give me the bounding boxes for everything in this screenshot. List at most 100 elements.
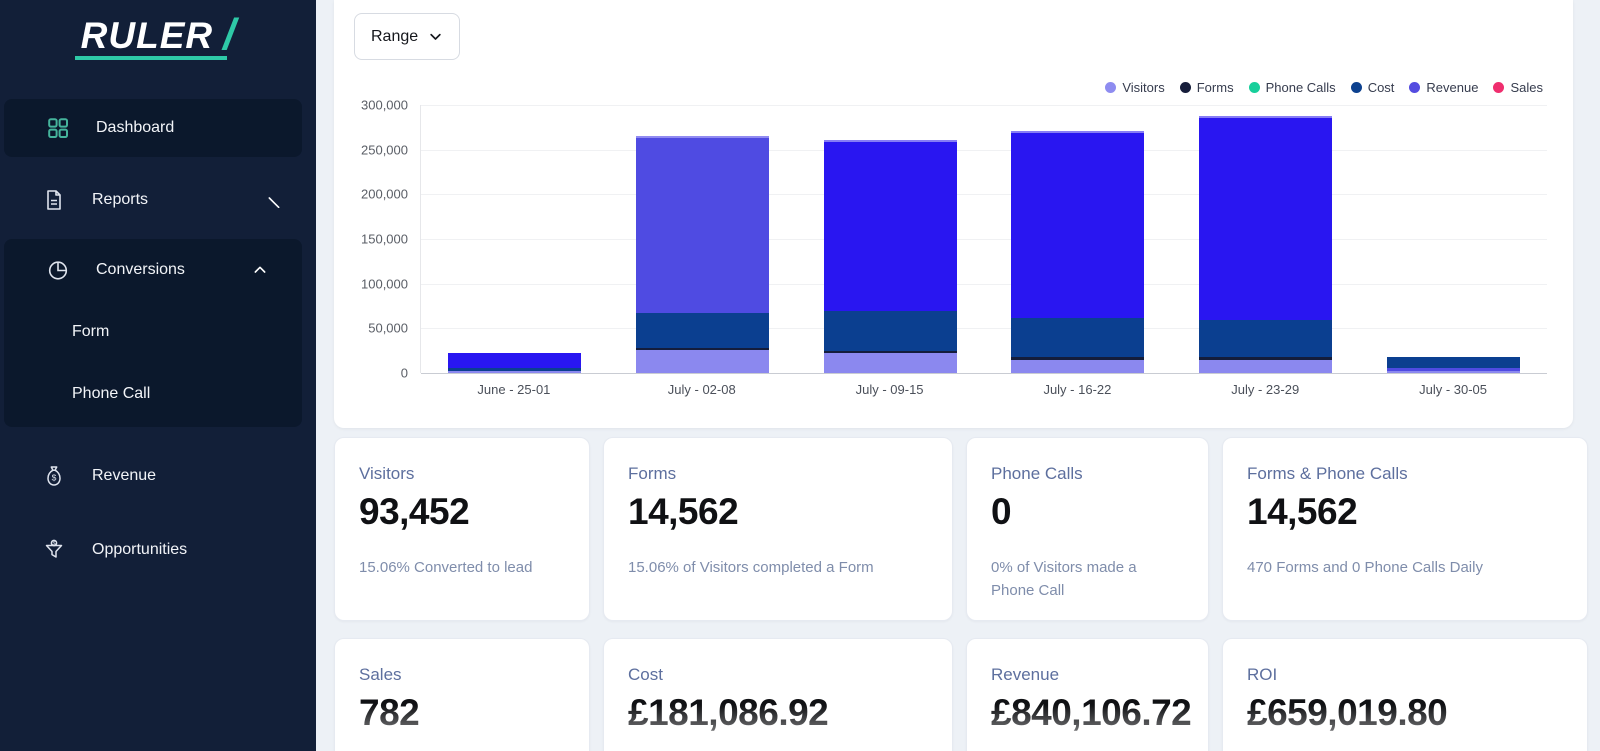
legend-label: Visitors: [1122, 80, 1164, 95]
legend-item-cost[interactable]: Cost: [1351, 80, 1395, 95]
bar-slot: [1359, 105, 1547, 373]
legend-item-forms[interactable]: Forms: [1180, 80, 1234, 95]
bar-june-25-01[interactable]: [448, 353, 581, 373]
bar-segment-visitors[interactable]: [824, 353, 957, 373]
sidebar-group-conversions: Conversions FormPhone Call: [4, 239, 302, 427]
bar-segment-cost[interactable]: [824, 311, 957, 351]
card-value: £181,086.92: [628, 692, 928, 734]
card-value: £840,106.72: [991, 692, 1184, 734]
bar-july-23-29[interactable]: [1199, 116, 1332, 373]
x-tick-label: July - 09-15: [796, 382, 984, 397]
bar-segment-visitors[interactable]: [636, 350, 769, 373]
y-tick-label: 250,000: [361, 142, 408, 157]
sidebar-item-phone-call[interactable]: Phone Call: [4, 363, 302, 425]
sidebar-item-conversions[interactable]: Conversions: [4, 239, 302, 301]
legend-label: Cost: [1368, 80, 1395, 95]
bar-slot: [984, 105, 1172, 373]
bar-segment-visitors[interactable]: [1199, 360, 1332, 373]
bar-slot: [796, 105, 984, 373]
bar-slot: [421, 105, 609, 373]
svg-text:$: $: [52, 541, 55, 547]
card-subtitle: 470 Forms and 0 Phone Calls Daily: [1247, 556, 1527, 579]
legend-label: Sales: [1510, 80, 1543, 95]
stat-card-forms-phone-calls: Forms & Phone Calls 14,562 470 Forms and 0…: [1222, 437, 1588, 621]
sidebar-nav: Dashboard Reports Conversions FormPhone Cal…: [0, 99, 316, 579]
bars-layer: [421, 105, 1547, 373]
bar-segment-revenue[interactable]: [824, 140, 957, 312]
legend-swatch: [1105, 82, 1116, 93]
x-tick-label: July - 30-05: [1359, 382, 1547, 397]
funnel-icon: $: [42, 538, 66, 562]
x-tick-label: July - 23-29: [1171, 382, 1359, 397]
bar-segment-cost[interactable]: [636, 313, 769, 347]
sidebar-item-label: Dashboard: [96, 119, 174, 137]
bar-segment-cost[interactable]: [1387, 357, 1520, 368]
bar-segment-revenue[interactable]: [1011, 131, 1144, 319]
x-tick-label: June - 25-01: [420, 382, 608, 397]
grid-icon: [46, 116, 70, 140]
x-tick-label: July - 16-22: [983, 382, 1171, 397]
money-bag-icon: $: [42, 464, 66, 488]
card-title: Cost: [628, 665, 928, 685]
range-dropdown[interactable]: Range: [354, 13, 460, 60]
legend-label: Phone Calls: [1266, 80, 1336, 95]
logo-underline: [75, 56, 227, 60]
sidebar: RULER / Dashboard Reports Conversions FormP…: [0, 0, 316, 751]
stat-card-visitors: Visitors 93,452 15.06% Converted to lead: [334, 437, 590, 621]
bar-slot: [609, 105, 797, 373]
bar-july-02-08[interactable]: [636, 136, 769, 373]
sidebar-item-reports[interactable]: Reports: [0, 171, 316, 229]
bar-segment-revenue[interactable]: [448, 353, 581, 368]
stat-card-revenue: Revenue£840,106.72: [966, 638, 1209, 751]
legend-swatch: [1493, 82, 1504, 93]
card-title: Sales: [359, 665, 565, 685]
y-tick-label: 200,000: [361, 187, 408, 202]
sidebar-active-highlight: Dashboard: [4, 99, 302, 157]
card-subtitle: 0% of Visitors made a Phone Call: [991, 556, 1184, 603]
bar-segment-cost[interactable]: [1011, 318, 1144, 357]
stat-cards-row: Sales 782 Cost £181,086.92 Revenue£840,106.7…: [334, 638, 1600, 751]
card-value: 782: [359, 692, 565, 734]
bar-slot: [1172, 105, 1360, 373]
bar-july-30-05[interactable]: [1387, 357, 1520, 373]
y-tick-label: 100,000: [361, 276, 408, 291]
pie-icon: [46, 258, 70, 282]
bar-segment-visitors[interactable]: [448, 371, 581, 373]
card-title: ROI: [1247, 665, 1563, 685]
chart-panel: Range Visitors Forms Phone Calls Cost Revenu…: [334, 0, 1573, 428]
sidebar-item-opportunities[interactable]: $Opportunities: [0, 521, 316, 579]
legend-item-phone-calls[interactable]: Phone Calls: [1249, 80, 1336, 95]
card-title: Visitors: [359, 464, 565, 484]
bar-segment-revenue[interactable]: [1199, 116, 1332, 320]
sidebar-item-label: Revenue: [92, 467, 156, 485]
logo-text: RULER: [81, 17, 213, 54]
chevron-down-icon[interactable]: [266, 192, 282, 208]
legend-swatch: [1249, 82, 1260, 93]
sidebar-item-label: Conversions: [96, 261, 185, 279]
card-value: 93,452: [359, 491, 565, 533]
card-title: Forms & Phone Calls: [1247, 464, 1563, 484]
legend-item-revenue[interactable]: Revenue: [1409, 80, 1478, 95]
bar-segment-visitors[interactable]: [1011, 360, 1144, 373]
logo: RULER /: [0, 0, 316, 96]
sidebar-item-dashboard[interactable]: Dashboard: [4, 99, 302, 157]
legend-item-sales[interactable]: Sales: [1493, 80, 1543, 95]
sidebar-item-form[interactable]: Form: [4, 301, 302, 363]
chevron-up-icon[interactable]: [252, 262, 268, 278]
legend-item-visitors[interactable]: Visitors: [1105, 80, 1164, 95]
bar-segment-cost[interactable]: [1199, 320, 1332, 358]
legend-swatch: [1180, 82, 1191, 93]
plot-wrap: June - 25-01July - 02-08July - 09-15July…: [420, 105, 1547, 397]
plot-area: [420, 105, 1547, 373]
logo-slash-icon: /: [223, 16, 235, 54]
bar-july-16-22[interactable]: [1011, 131, 1144, 373]
x-axis: June - 25-01July - 02-08July - 09-15July…: [420, 382, 1547, 397]
bar-segment-revenue[interactable]: [636, 136, 769, 313]
y-tick-label: 50,000: [368, 321, 408, 336]
card-value: 14,562: [1247, 491, 1563, 533]
card-subtitle: 15.06% Converted to lead: [359, 556, 565, 579]
bar-segment-visitors[interactable]: [1387, 371, 1520, 373]
y-tick-label: 300,000: [361, 98, 408, 113]
sidebar-item-revenue[interactable]: $ Revenue: [0, 447, 316, 505]
bar-july-09-15[interactable]: [824, 140, 957, 373]
